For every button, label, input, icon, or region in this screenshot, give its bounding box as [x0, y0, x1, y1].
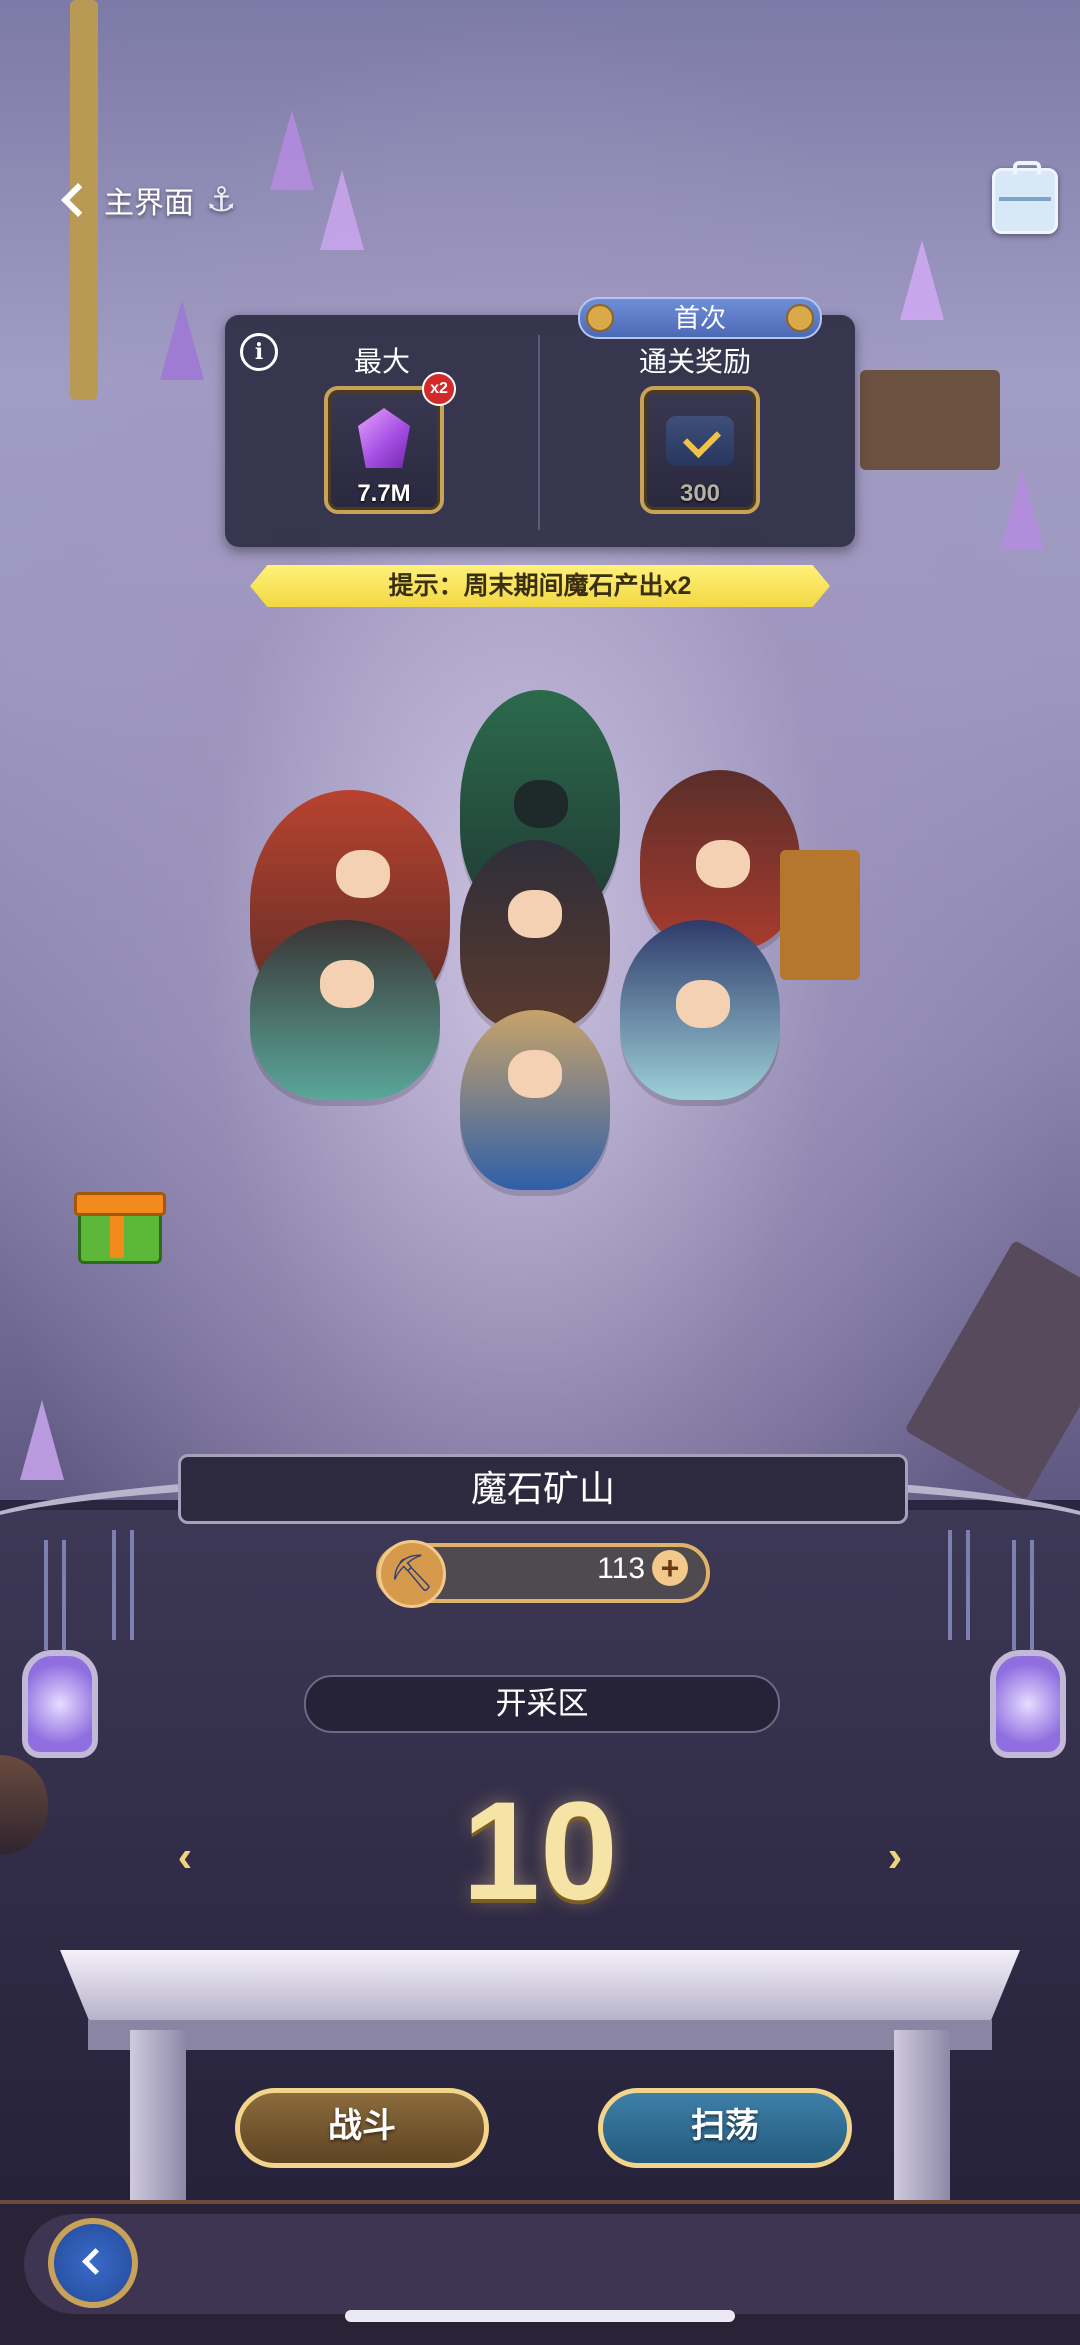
fight-button[interactable]: 战斗 — [235, 2088, 489, 2168]
gear-icon — [786, 304, 814, 332]
lantern-left — [22, 1650, 98, 1758]
first-clear-label: 首次 — [673, 303, 726, 333]
stage-number: 10 — [462, 1772, 618, 1929]
chain-decoration — [44, 1540, 66, 1650]
panel-divider — [538, 335, 540, 530]
gift-box-icon[interactable] — [74, 1176, 166, 1264]
clear-reward-label: 通关奖励 — [638, 346, 751, 377]
chevron-left-icon — [61, 183, 95, 217]
crystal-decoration — [320, 170, 364, 250]
home-indicator[interactable] — [345, 2310, 735, 2322]
pickaxe-icon: ⛏ — [378, 1540, 446, 1608]
next-stage-button[interactable]: › — [870, 1832, 920, 1882]
mine-title: 魔石矿山 — [178, 1454, 908, 1524]
crystal-decoration — [1000, 470, 1044, 550]
stage-pillar — [894, 2030, 950, 2200]
clear-reward-count: 300 — [679, 480, 721, 507]
hero-swordsman — [460, 840, 610, 1030]
prev-stage-button[interactable]: ‹ — [160, 1832, 210, 1882]
info-icon[interactable]: i — [240, 333, 278, 371]
hero-weapon-box — [780, 850, 860, 980]
zone-label: 开采区 — [304, 1675, 780, 1733]
chevron-left-icon — [82, 2248, 109, 2275]
first-clear-tag: 首次 — [578, 297, 822, 339]
max-reward-count: 7.7M — [357, 480, 411, 507]
chain-decoration — [1012, 1540, 1034, 1650]
stage-platform-front — [88, 2020, 992, 2050]
toolbox-icon[interactable] — [992, 161, 1058, 234]
chain-decoration — [948, 1530, 970, 1640]
crystal-decoration — [900, 240, 944, 320]
chest-icon — [666, 416, 734, 466]
rail-track — [904, 1239, 1080, 1501]
mine-cart — [860, 370, 1000, 470]
lantern-right — [990, 1650, 1066, 1758]
back-button[interactable] — [48, 2218, 138, 2308]
max-reward-item[interactable]: 7.7M — [324, 386, 444, 514]
pickaxe-count: 113 — [597, 1552, 645, 1585]
main-menu-label: 主界面 — [104, 187, 194, 220]
crystal-decoration — [20, 1400, 64, 1480]
multiplier-badge: x2 — [422, 372, 456, 406]
stage-platform — [60, 1950, 1020, 2020]
clear-reward-item[interactable]: 300 — [640, 386, 760, 514]
main-menu-back-button[interactable]: 主界面 ⚓ — [56, 170, 236, 230]
gear-icon — [586, 304, 614, 332]
footer-strip — [24, 2214, 1080, 2314]
hero-blue-maiden — [620, 920, 780, 1100]
hero-fan-lady — [250, 920, 440, 1100]
sweep-button[interactable]: 扫荡 — [598, 2088, 852, 2168]
hint-banner: 提示：周末期间魔石产出x2 — [250, 565, 830, 607]
hero-fairy — [460, 1010, 610, 1190]
stage-pillar — [130, 2030, 186, 2200]
chain-decoration — [112, 1530, 134, 1640]
crystal-decoration — [160, 300, 204, 380]
crystal-decoration — [270, 110, 314, 190]
magic-stone-icon — [358, 408, 410, 468]
anchor-icon: ⚓ — [206, 181, 237, 219]
add-pickaxe-button[interactable]: + — [652, 1550, 688, 1586]
